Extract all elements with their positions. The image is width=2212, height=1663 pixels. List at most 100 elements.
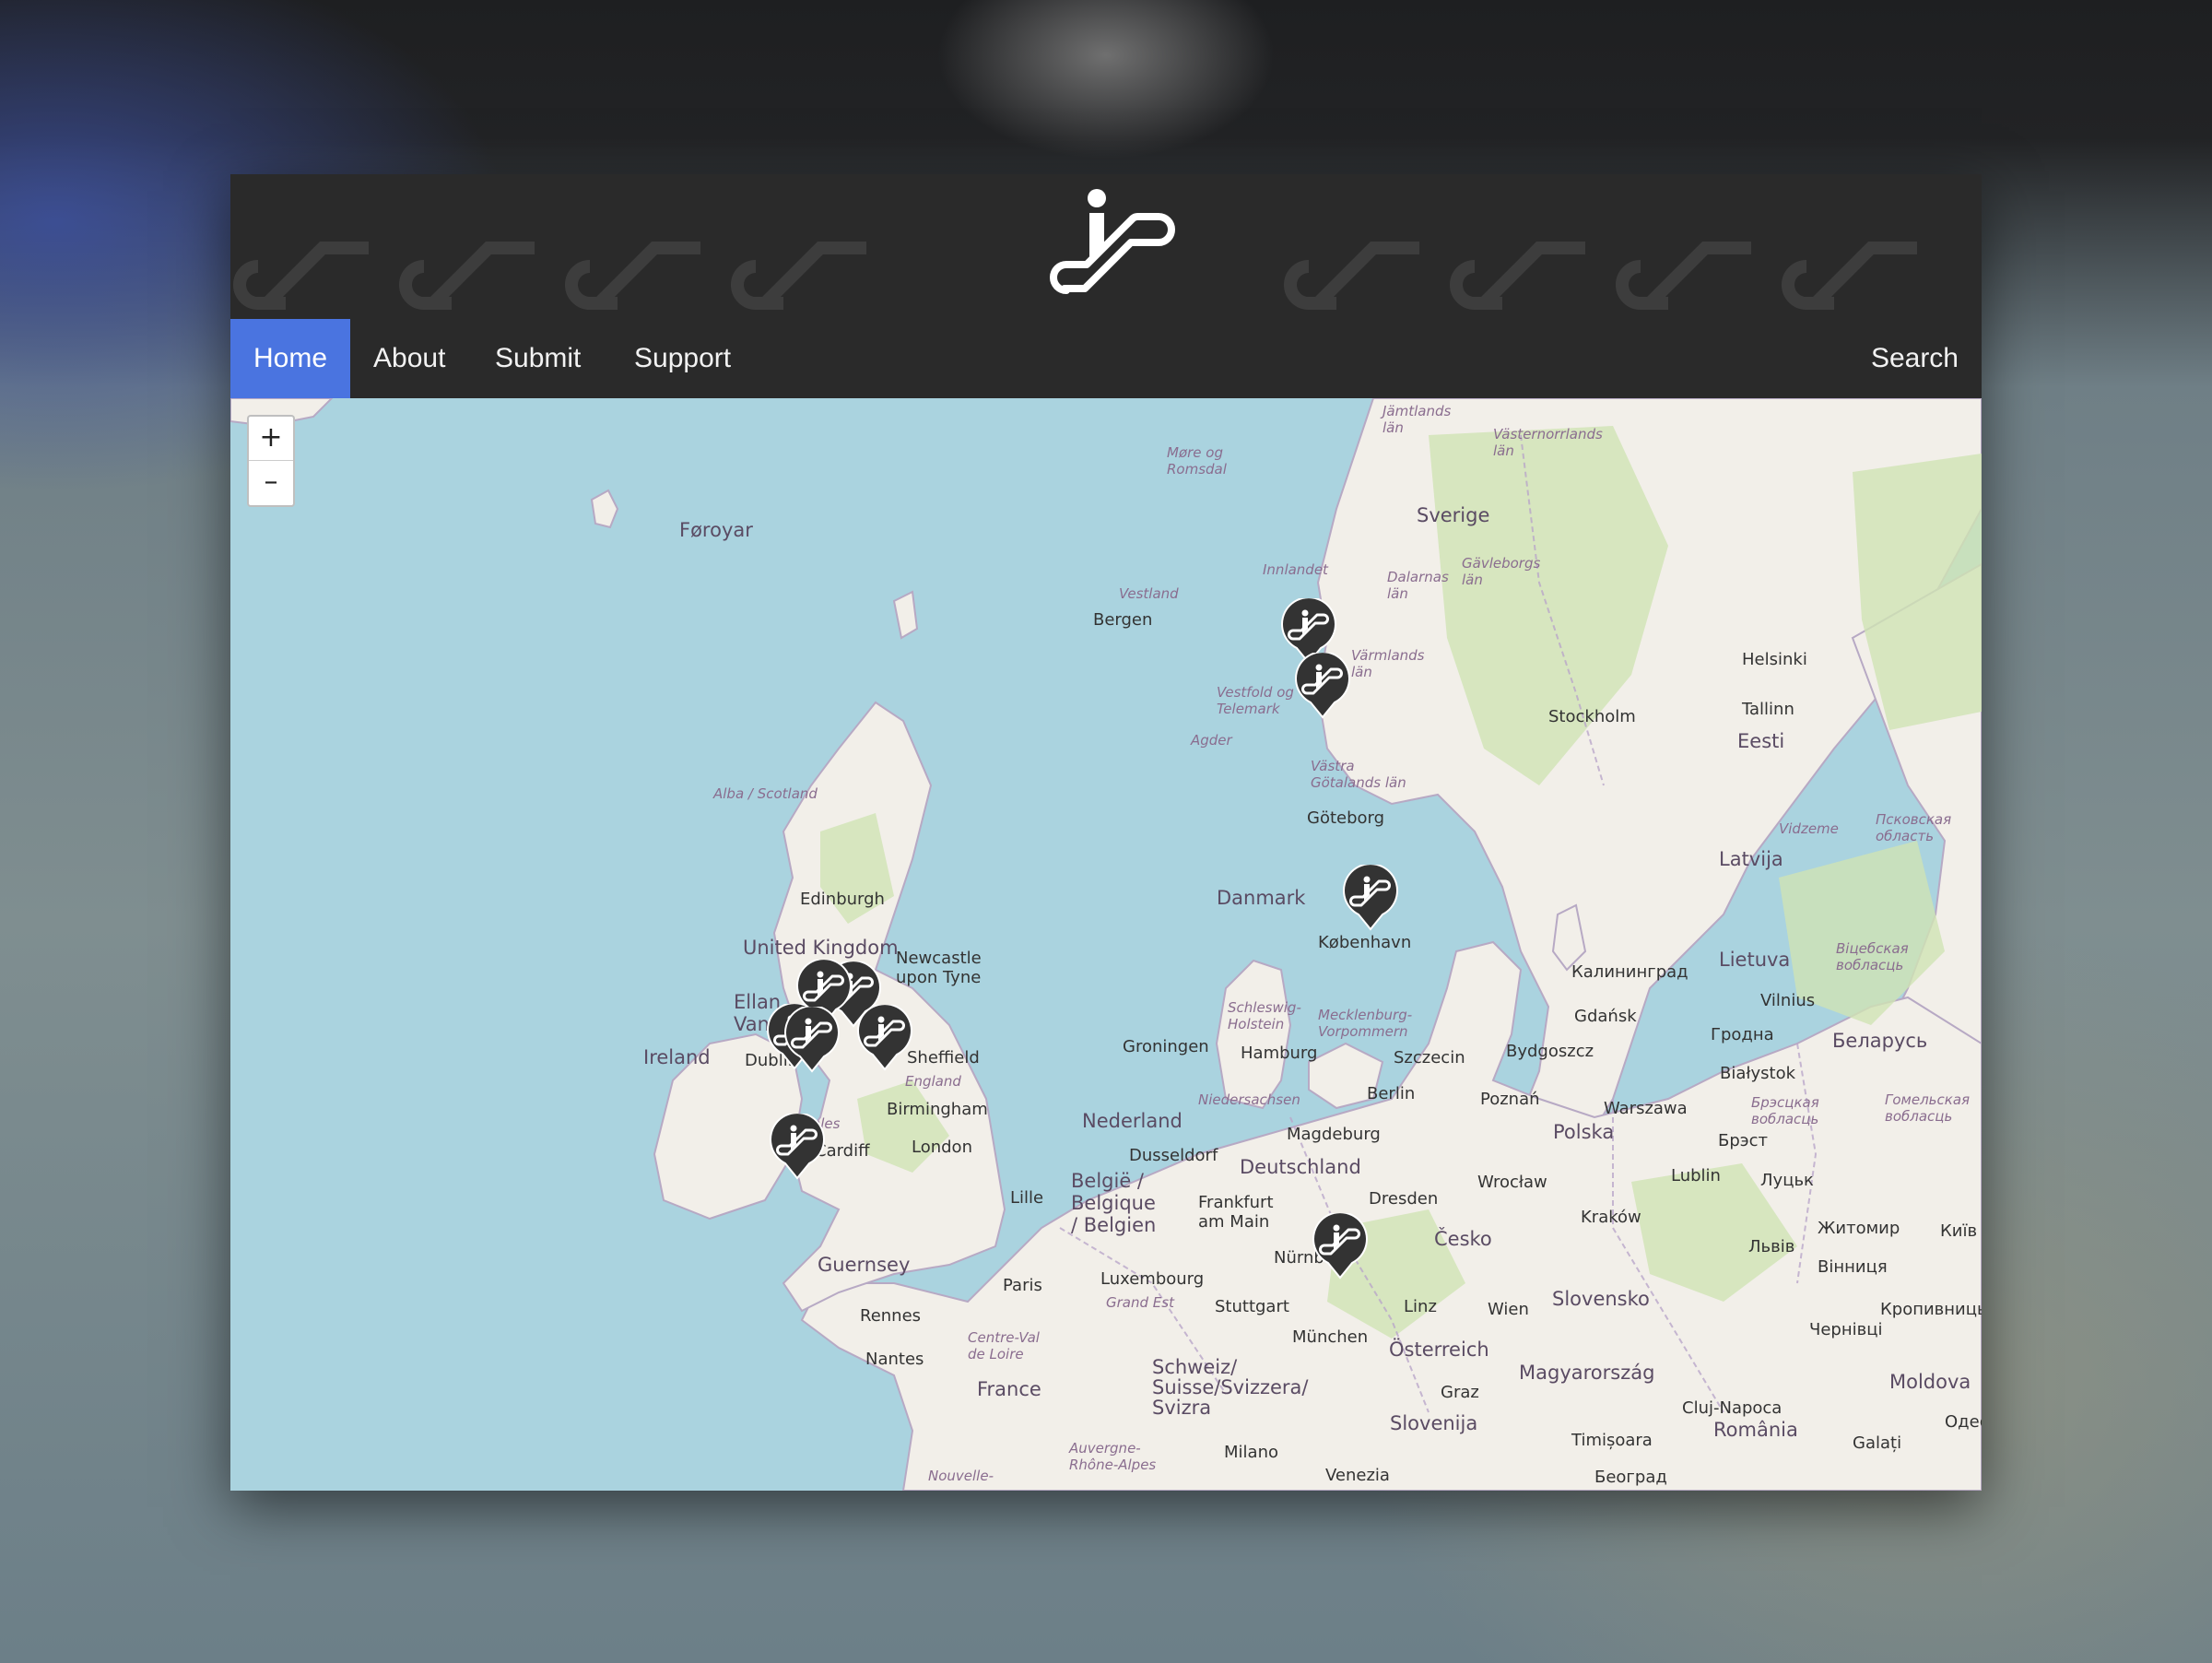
main-nav: Home About Submit Support Search — [230, 319, 1982, 398]
map-label: Калининград — [1571, 962, 1688, 982]
map-label: Nouvelle- — [928, 1468, 994, 1484]
escalator-icon — [1312, 1213, 1368, 1280]
escalator-marker[interactable] — [769, 1114, 826, 1180]
escalator-icon — [770, 1114, 825, 1180]
nav-search[interactable]: Search — [1848, 319, 1982, 398]
map-label: Moldova — [1889, 1371, 1971, 1393]
escalator-marker[interactable] — [1342, 865, 1399, 931]
zoom-out-button[interactable]: – — [249, 461, 293, 504]
map-label: Rennes — [860, 1306, 922, 1326]
escalator-icon — [857, 1005, 912, 1071]
map-label: Latvija — [1719, 848, 1783, 870]
map-label: Polska — [1553, 1121, 1615, 1143]
map-label: Hamburg — [1241, 1044, 1318, 1063]
map-label: Alba / Scotland — [713, 785, 818, 802]
map-label: Kraków — [1581, 1208, 1641, 1227]
map-label: Житомир — [1818, 1219, 1900, 1238]
map-label: Paris — [1003, 1276, 1042, 1295]
map-label: Frankfurt am Main — [1198, 1193, 1274, 1232]
map-label: Dalarnas län — [1387, 569, 1449, 602]
nav-submit[interactable]: Submit — [472, 319, 604, 398]
map-label: Вінниця — [1818, 1257, 1888, 1277]
map-label: Брэст — [1718, 1131, 1769, 1150]
map-label: Vilnius — [1760, 991, 1816, 1010]
escalator-marker[interactable] — [1294, 653, 1351, 719]
map-label: Värmlands län — [1351, 647, 1425, 680]
map-label: London — [912, 1138, 972, 1157]
escalator-marker[interactable] — [1312, 1213, 1369, 1280]
map-label: Deutschland — [1240, 1156, 1361, 1178]
map-label: Брэсцкая вобласць — [1751, 1094, 1819, 1127]
map-label: Sheffield — [907, 1048, 980, 1067]
map-label: Luxembourg — [1100, 1269, 1205, 1289]
map-label: Slovenija — [1390, 1412, 1478, 1434]
map-label: Bydgoszcz — [1506, 1042, 1594, 1061]
map-label: Schweiz/ Suisse/Svizzera/ Svizra — [1152, 1356, 1309, 1419]
map-label: Eesti — [1737, 730, 1785, 752]
map-label: Одеса — [1945, 1412, 1982, 1432]
nav-home[interactable]: Home — [230, 319, 351, 398]
map-label: Niedersachsen — [1198, 1091, 1300, 1108]
map-label: Гродна — [1711, 1025, 1774, 1044]
map-label: Wien — [1488, 1300, 1529, 1319]
map-label: Timișoara — [1571, 1431, 1653, 1450]
map-label: Tallinn — [1742, 700, 1794, 719]
map-label: Віцебская вобласць — [1836, 940, 1909, 973]
map-label: Dresden — [1369, 1189, 1439, 1209]
map-label: Linz — [1404, 1297, 1437, 1316]
map-label: Magyarország — [1519, 1362, 1655, 1384]
map-label: Venezia — [1325, 1466, 1390, 1485]
map-label: Mecklenburg-Vorpommern — [1318, 1007, 1413, 1040]
map-label: Wrocław — [1477, 1173, 1547, 1192]
map-label: Gdańsk — [1574, 1007, 1637, 1026]
map-label: Гомельская вобласць — [1885, 1091, 1971, 1125]
map-label: Groningen — [1123, 1037, 1209, 1056]
map-label: Føroyar — [679, 519, 753, 541]
escalator-icon — [1295, 653, 1350, 719]
map-label: Беларусь — [1832, 1030, 1928, 1052]
map-label: Cluj-Napoca — [1682, 1398, 1783, 1418]
escalator-icon — [1343, 865, 1398, 931]
map-label: Gävleborgs län — [1462, 555, 1541, 588]
map-label: Agder — [1191, 732, 1232, 749]
map-label: Slovensko — [1552, 1288, 1650, 1310]
map-label: Jämtlands län — [1382, 403, 1452, 436]
map-label: Nantes — [865, 1350, 924, 1369]
map-label: Dusseldorf — [1129, 1146, 1218, 1165]
app-window: Home About Submit Support Search + – Før… — [230, 174, 1982, 1491]
map-label: France — [977, 1378, 1041, 1400]
map-label: Västra Götalands län — [1311, 758, 1406, 791]
map-label: Nederland — [1082, 1110, 1182, 1132]
map-label: Vestland — [1119, 585, 1179, 602]
map-label: Österreich — [1389, 1339, 1489, 1361]
map-label: România — [1713, 1419, 1798, 1441]
map-label: Львів — [1748, 1237, 1795, 1256]
map-label: München — [1292, 1327, 1369, 1347]
map-label: Київ — [1940, 1221, 1978, 1241]
map-label: Guernsey — [818, 1254, 911, 1276]
nav-about[interactable]: About — [350, 319, 468, 398]
nav-support[interactable]: Support — [611, 319, 754, 398]
zoom-in-button[interactable]: + — [249, 417, 293, 461]
map-label: Ireland — [643, 1046, 711, 1068]
escalator-marker[interactable] — [856, 1005, 913, 1071]
map-label: Кропивницький — [1880, 1300, 1982, 1319]
map-label: Västernorrlands län — [1493, 426, 1603, 459]
map-label: Helsinki — [1742, 650, 1807, 669]
escalator-marker[interactable] — [783, 1007, 841, 1073]
map-label: Galați — [1853, 1433, 1902, 1453]
map-view[interactable]: + – Føroyar Møre og Romsdal Jämtlands lä… — [230, 398, 1982, 1491]
map-label: Warszawa — [1604, 1099, 1688, 1118]
map-label: Birmingham — [887, 1100, 988, 1119]
map-label: België / Belgique / Belgien — [1071, 1170, 1157, 1236]
map-label: Białystok — [1720, 1064, 1796, 1083]
escalator-logo-icon[interactable] — [1037, 187, 1184, 301]
map-label: United Kingdom — [743, 937, 899, 959]
map-label: Lublin — [1671, 1166, 1721, 1185]
map-label: Innlandet — [1263, 561, 1328, 578]
map-label: Newcastle upon Tyne — [896, 949, 982, 987]
zoom-control: + – — [247, 415, 295, 507]
map-label: Stuttgart — [1215, 1297, 1289, 1316]
escalator-icon — [784, 1007, 840, 1073]
map-label: England — [905, 1073, 961, 1090]
